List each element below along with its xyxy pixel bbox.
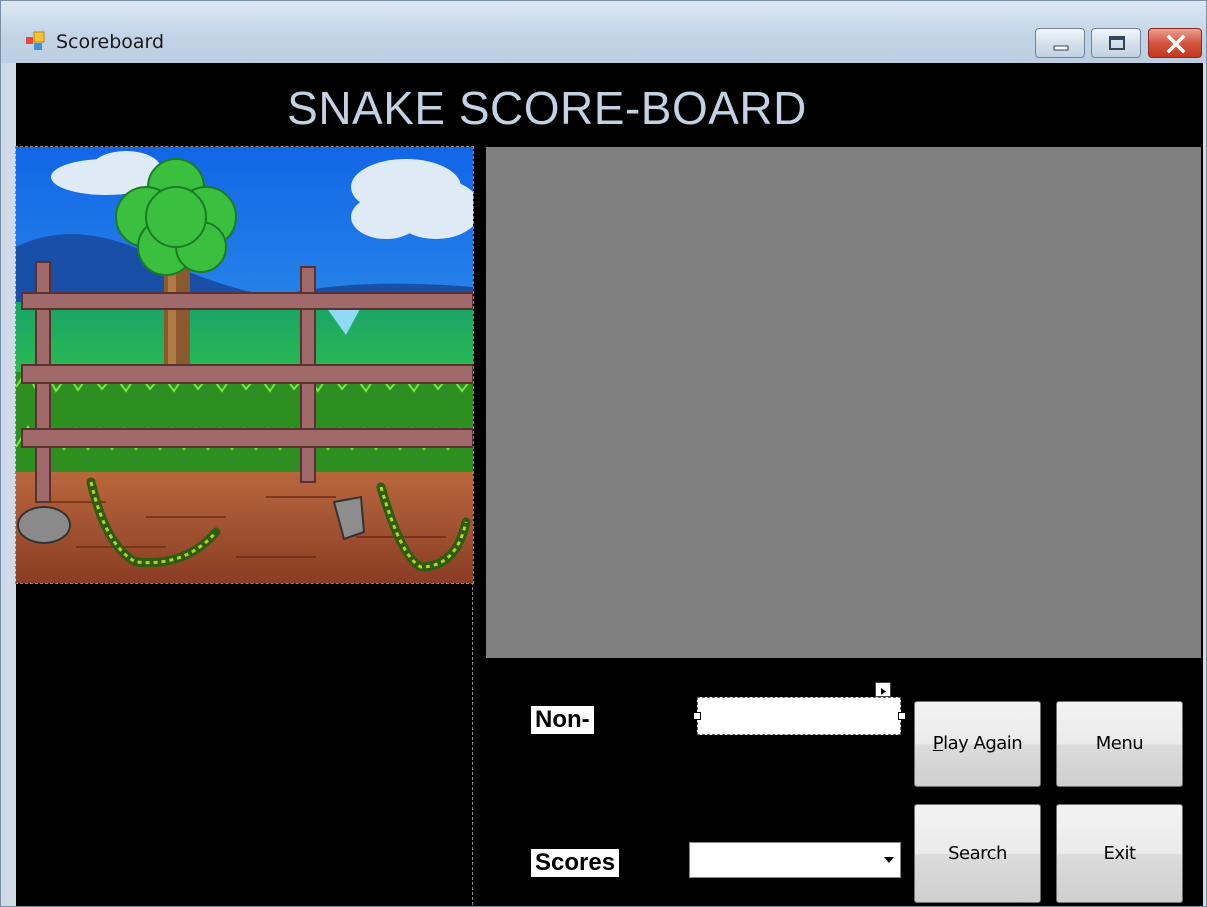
- scores-dropdown[interactable]: [689, 842, 901, 878]
- maximize-button[interactable]: [1091, 28, 1141, 58]
- scoreboard-window: Scoreboard SNAKE SCORE-BOARD Non- Scores…: [0, 0, 1207, 907]
- close-button[interactable]: [1148, 28, 1202, 58]
- play-again-mnemonic: P: [932, 733, 944, 754]
- page-title: SNAKE SCORE-BOARD: [287, 82, 807, 134]
- minimize-icon: [1053, 45, 1069, 51]
- client-area: SNAKE SCORE-BOARD Non- Scores Play Again…: [15, 63, 1203, 906]
- snake-garden-illustration: [15, 146, 474, 584]
- close-icon: [1166, 34, 1186, 54]
- name-label: Non-: [531, 706, 594, 734]
- app-icon: [26, 31, 45, 50]
- play-again-label: Play Again: [915, 733, 1040, 754]
- play-again-label-rest: lay Again: [943, 733, 1023, 754]
- exit-button[interactable]: Exit: [1056, 804, 1183, 903]
- title-bar[interactable]: Scoreboard: [1, 1, 1206, 63]
- name-input[interactable]: [697, 697, 901, 735]
- minimize-button[interactable]: [1035, 28, 1085, 58]
- exit-label: Exit: [1103, 843, 1136, 864]
- window-title: Scoreboard: [56, 31, 165, 53]
- menu-label: Menu: [1095, 733, 1144, 754]
- play-again-button[interactable]: Play Again: [914, 701, 1041, 787]
- menu-button[interactable]: Menu: [1056, 701, 1183, 787]
- chevron-down-icon[interactable]: [884, 857, 894, 863]
- resize-handle-left[interactable]: [693, 712, 701, 720]
- search-button[interactable]: Search: [914, 804, 1041, 903]
- search-label: Search: [948, 843, 1007, 864]
- smart-tag-arrow-icon[interactable]: [875, 682, 891, 697]
- resize-handle-right[interactable]: [898, 712, 906, 720]
- scores-label: Scores: [531, 849, 620, 877]
- scoreboard-grid[interactable]: [486, 147, 1201, 658]
- play-arrow-icon: [881, 688, 886, 695]
- maximize-icon: [1109, 36, 1125, 50]
